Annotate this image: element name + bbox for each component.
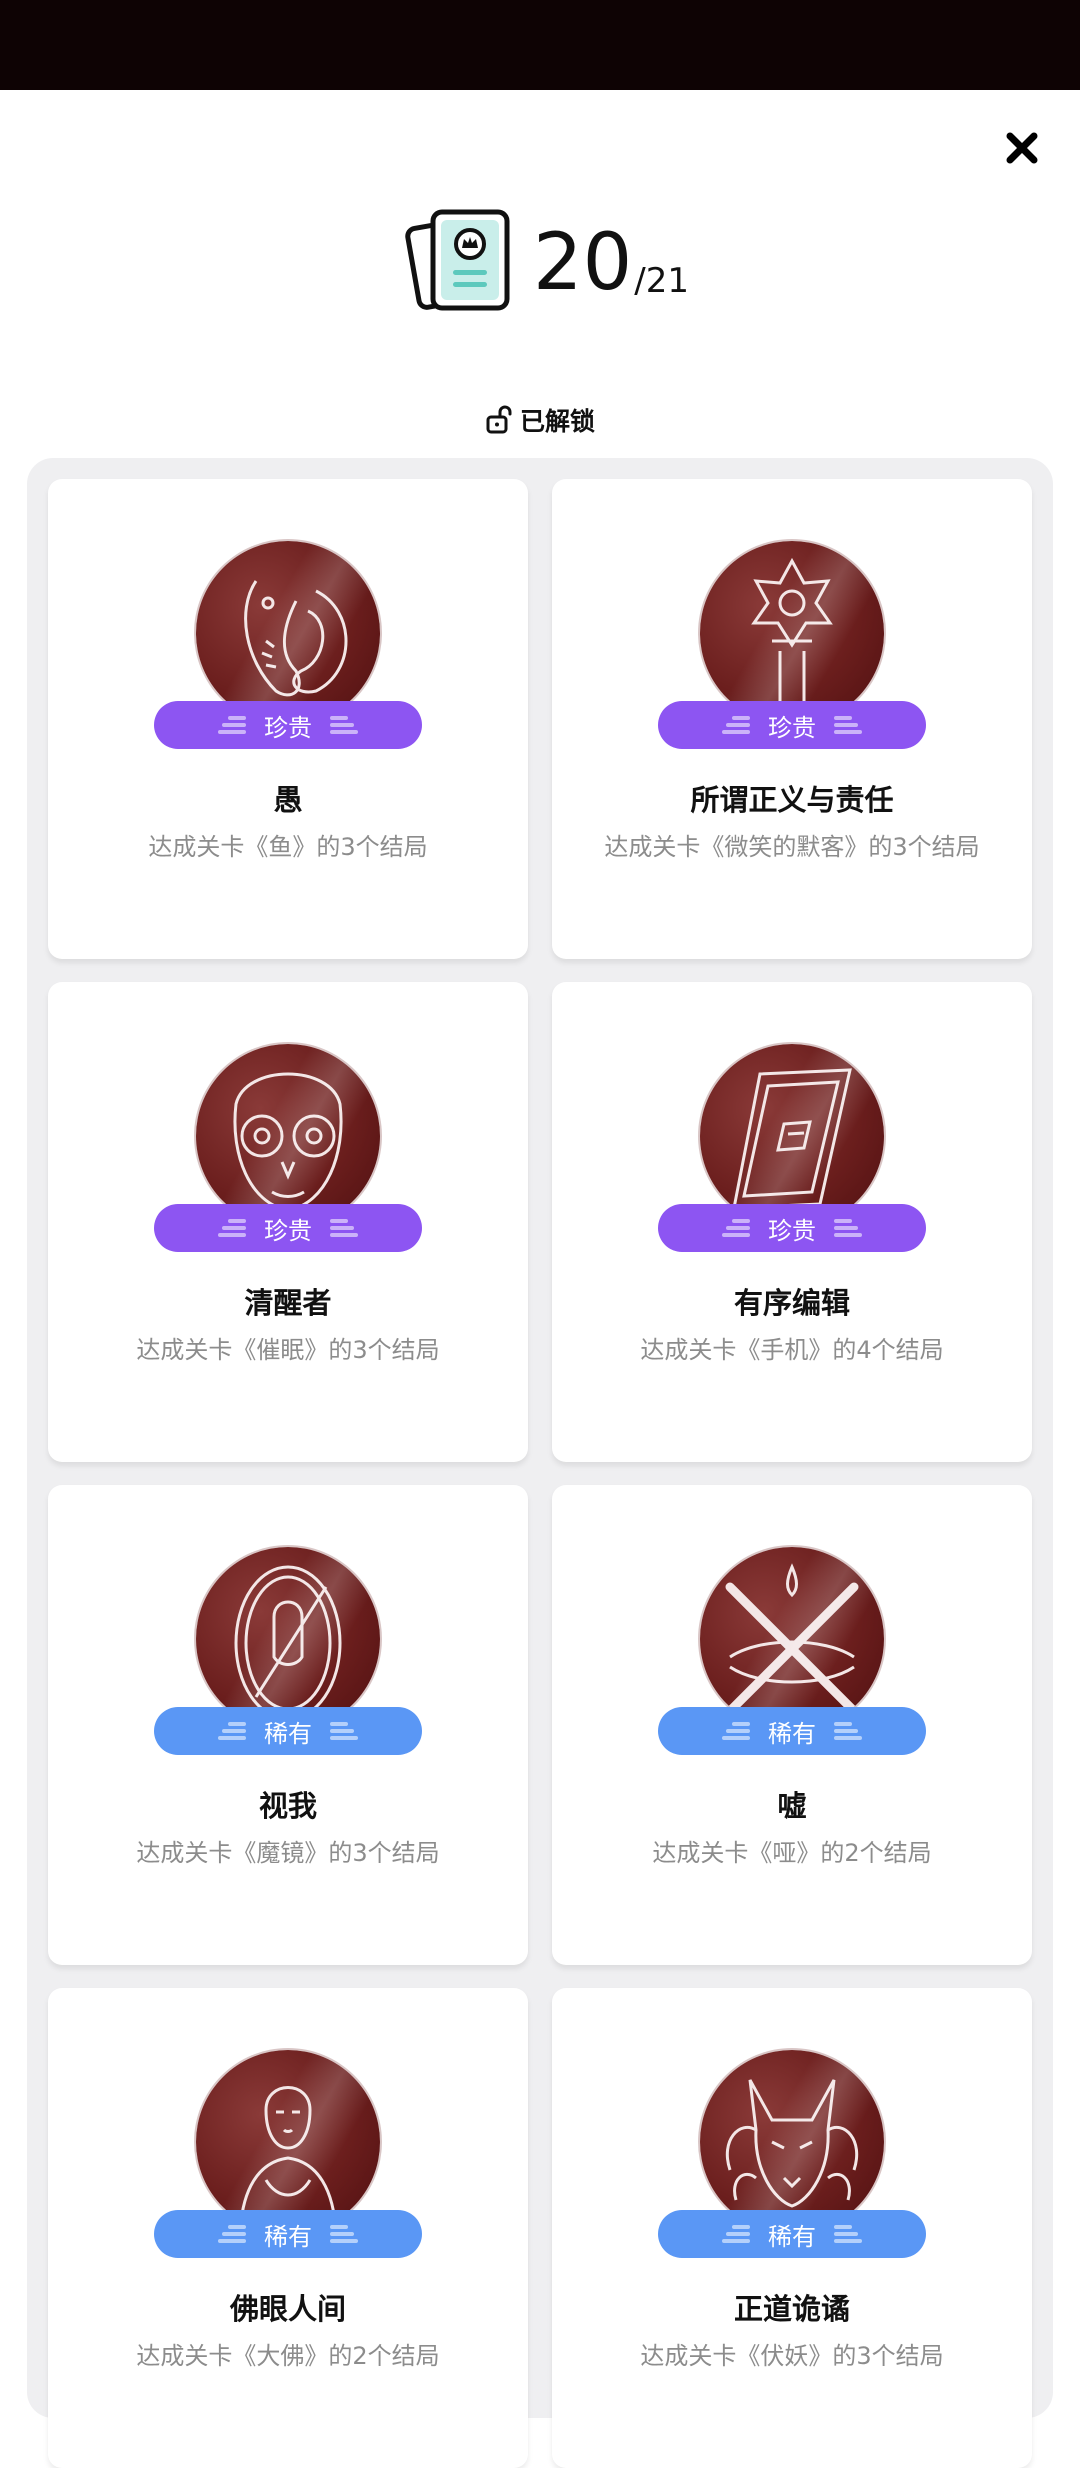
- unlock-icon: [486, 405, 512, 434]
- tier-badge: 珍贵: [658, 701, 926, 749]
- achievement-card[interactable]: 珍贵 愚 达成关卡《鱼》的3个结局: [48, 479, 528, 959]
- achievement-title: 嘘: [777, 1789, 807, 1823]
- achievement-title: 清醒者: [244, 1286, 332, 1320]
- achievement-description: 达成关卡《催眠》的3个结局: [136, 1336, 440, 1364]
- achievement-description: 达成关卡《微笑的默客》的3个结局: [604, 833, 980, 861]
- unlocked-filter[interactable]: 已解锁: [486, 402, 595, 438]
- tier-label: 稀有: [768, 2222, 816, 2251]
- achievement-title: 视我: [258, 1789, 317, 1823]
- achievement-card[interactable]: 珍贵 所谓正义与责任 达成关卡《微笑的默客》的3个结局: [552, 479, 1032, 959]
- achievement-card[interactable]: 稀有 视我 达成关卡《魔镜》的3个结局: [48, 1485, 528, 1965]
- tier-badge: 珍贵: [658, 1204, 926, 1252]
- achievement-card[interactable]: 珍贵 有序编辑 达成关卡《手机》的4个结局: [552, 982, 1032, 1462]
- tier-label: 稀有: [264, 1719, 312, 1748]
- close-button[interactable]: [1000, 126, 1044, 170]
- achievement-medal: [700, 541, 884, 725]
- achievement-medal: [196, 1044, 380, 1228]
- achievement-grid: 珍贵 愚 达成关卡《鱼》的3个结局 珍贵 所谓正义与责任 达成关卡《微笑的默客》…: [27, 458, 1053, 2468]
- achievement-title: 有序编辑: [733, 1286, 850, 1320]
- achievement-medal: [700, 1044, 884, 1228]
- achievement-description: 达成关卡《哑》的2个结局: [652, 1839, 932, 1867]
- tier-badge: 稀有: [658, 1707, 926, 1755]
- tier-badge: 珍贵: [154, 701, 422, 749]
- tier-label: 珍贵: [264, 713, 312, 742]
- unlocked-count: 20: [533, 218, 633, 308]
- achievement-medal: [700, 2050, 884, 2234]
- card-stack-icon: [405, 209, 510, 311]
- achievement-title: 愚: [273, 783, 303, 817]
- achievement-description: 达成关卡《魔镜》的3个结局: [136, 1839, 440, 1867]
- tier-label: 珍贵: [768, 713, 816, 742]
- achievement-title: 所谓正义与责任: [690, 783, 894, 817]
- achievement-card[interactable]: 稀有 佛眼人间 达成关卡《大佛》的2个结局: [48, 1988, 528, 2468]
- achievement-medal: [196, 1547, 380, 1731]
- achievement-title: 正道诡谲: [733, 2292, 850, 2326]
- achievement-description: 达成关卡《伏妖》的3个结局: [640, 2342, 944, 2370]
- achievement-medal: [196, 541, 380, 725]
- tier-label: 珍贵: [768, 1216, 816, 1245]
- filter-label: 已解锁: [520, 407, 596, 436]
- tier-badge: 稀有: [154, 1707, 422, 1755]
- tier-label: 稀有: [768, 1719, 816, 1748]
- achievement-card[interactable]: 稀有 正道诡谲 达成关卡《伏妖》的3个结局: [552, 1988, 1032, 2468]
- achievement-card[interactable]: 珍贵 清醒者 达成关卡《催眠》的3个结局: [48, 982, 528, 1462]
- achievement-description: 达成关卡《大佛》的2个结局: [136, 2342, 440, 2370]
- achievement-card[interactable]: 稀有 嘘 达成关卡《哑》的2个结局: [552, 1485, 1032, 1965]
- status-bar: [0, 0, 1080, 90]
- achievement-title: 佛眼人间: [229, 2292, 346, 2326]
- unlock-counter: 20 /21: [405, 206, 689, 316]
- tier-badge: 珍贵: [154, 1204, 422, 1252]
- close-icon: [1006, 132, 1038, 164]
- tier-badge: 稀有: [658, 2210, 926, 2258]
- achievement-description: 达成关卡《鱼》的3个结局: [148, 833, 428, 861]
- tier-label: 珍贵: [264, 1216, 312, 1245]
- achievement-medal: [196, 2050, 380, 2234]
- achievement-medal: [700, 1547, 884, 1731]
- tier-label: 稀有: [264, 2222, 312, 2251]
- tier-badge: 稀有: [154, 2210, 422, 2258]
- achievement-description: 达成关卡《手机》的4个结局: [640, 1336, 944, 1364]
- total-count: /21: [634, 261, 689, 301]
